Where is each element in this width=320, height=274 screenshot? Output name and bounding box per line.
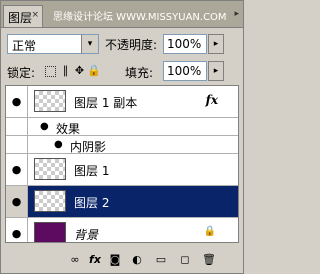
panel-menu-icon[interactable]: ▸ [234,9,239,19]
effect-name: 内阴影 [70,140,107,154]
close-icon[interactable]: × [31,10,39,20]
fill-slider-button[interactable]: ▸ [208,61,224,81]
chevron-down-icon[interactable]: ▾ [81,35,98,53]
new-layer-icon[interactable]: ◻ [177,252,193,268]
tab-layers[interactable]: 图层 × [3,5,43,27]
new-group-icon[interactable]: ▭ [153,252,169,268]
add-style-icon[interactable]: fx [87,252,103,268]
lock-transparency-icon[interactable] [45,66,56,77]
layer-row[interactable]: ● 图层 1 副本 fx [6,86,238,118]
eye-icon[interactable]: ● [6,186,28,217]
eye-icon[interactable]: ● [6,86,28,117]
effects-label: 效果 [56,122,81,136]
layers-panel: 图层 × 思缘设计论坛 WWW.MISSYUAN.COM ▸ 正常 ▾ 不透明度… [0,0,244,274]
eye-icon[interactable]: ● [6,154,28,185]
layer-thumbnail [34,222,66,242]
opacity-field[interactable]: 100% [163,34,207,54]
lock-pixels-icon[interactable]: ∥ [59,64,72,77]
blend-mode-value: 正常 [12,39,37,53]
layer-row[interactable]: ● 背景 🔒 [6,218,238,242]
eye-icon-empty[interactable] [6,118,28,135]
layer-row-selected[interactable]: ● 图层 2 [6,186,238,218]
trash-icon[interactable]: 🗑 [201,252,217,268]
tab-layers-label: 图层 [8,11,33,25]
fill-field[interactable]: 100% [163,61,207,81]
adjustment-layer-icon[interactable]: ◐ [129,252,145,268]
link-layers-icon[interactable]: ∞ [67,252,83,268]
layer-row[interactable]: ● 图层 1 [6,154,238,186]
layer-thumbnail [34,158,66,180]
lock-all-icon[interactable]: 🔒 [87,64,101,77]
layers-bottom-toolbar: ∞ fx ◙ ◐ ▭ ◻ 🗑 [1,247,243,273]
eye-icon[interactable]: ● [54,139,63,150]
effects-row[interactable]: ● 效果 [6,118,238,136]
eye-icon[interactable]: ● [6,218,28,242]
lock-icon: 🔒 [203,226,216,237]
effect-row[interactable]: ● 内阴影 [6,136,238,154]
add-mask-icon[interactable]: ◙ [107,252,123,268]
lock-label: 锁定: [7,66,36,80]
eye-icon[interactable]: ● [40,121,49,132]
layer-thumbnail [34,90,66,112]
lock-fill-row: 锁定: ∥ ✥ 🔒 填充: 100% ▸ [7,61,237,81]
layer-name: 图层 2 [74,196,110,210]
blend-opacity-row: 正常 ▾ 不透明度: 100% ▸ [7,34,237,54]
eye-icon-empty[interactable] [6,136,28,153]
opacity-label: 不透明度: [105,38,158,52]
lock-position-icon[interactable]: ✥ [73,64,86,77]
layer-thumbnail [34,190,66,212]
layer-name: 图层 1 副本 [74,96,138,110]
fx-icon[interactable]: fx [206,93,218,107]
layers-list: ● 图层 1 副本 fx ● 效果 ● 内阴影 ● 图层 1 ● 图层 2 ● … [5,85,239,243]
opacity-slider-button[interactable]: ▸ [208,34,224,54]
watermark: 思缘设计论坛 WWW.MISSYUAN.COM [53,12,227,23]
layer-name: 图层 1 [74,164,110,178]
panel-tabbar: 图层 × 思缘设计论坛 WWW.MISSYUAN.COM ▸ [1,1,243,28]
layer-name: 背景 [74,228,99,242]
fill-label: 填充: [125,66,154,80]
blend-mode-select[interactable]: 正常 ▾ [7,34,99,54]
